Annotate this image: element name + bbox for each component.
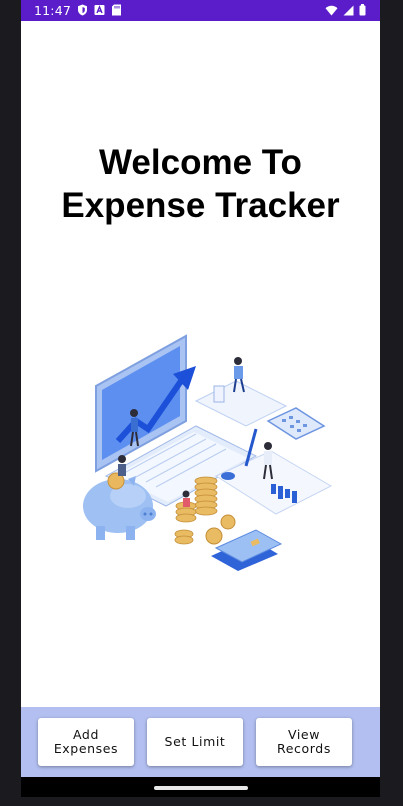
view-records-button[interactable]: View Records: [256, 718, 352, 766]
status-time: 11:47: [34, 3, 72, 18]
cellular-icon: [343, 5, 354, 15]
status-system-icons: [325, 4, 366, 16]
title-line-2: Expense Tracker: [61, 186, 340, 225]
status-bar: 11:47: [21, 0, 380, 21]
battery-icon: [359, 4, 366, 16]
status-notification-icons: [77, 4, 122, 16]
wifi-icon: [325, 5, 338, 15]
navigation-bar: [21, 777, 380, 797]
set-limit-button[interactable]: Set Limit: [147, 718, 243, 766]
sd-card-icon: [112, 4, 121, 16]
shield-icon: [78, 4, 87, 16]
add-expenses-button[interactable]: Add Expenses: [38, 718, 134, 766]
app-screen: Welcome To Expense Tracker: [21, 21, 380, 707]
action-bar: Add Expenses Set Limit View Records: [21, 707, 380, 777]
title-line-1: Welcome To: [99, 143, 302, 182]
a-badge-icon: [94, 5, 105, 15]
welcome-title: Welcome To Expense Tracker: [21, 141, 380, 227]
finance-illustration: [83, 334, 333, 571]
device-frame: 11:47 Welcome To Expense Tracker Add Exp…: [0, 0, 403, 806]
home-gesture-handle[interactable]: [154, 786, 248, 790]
